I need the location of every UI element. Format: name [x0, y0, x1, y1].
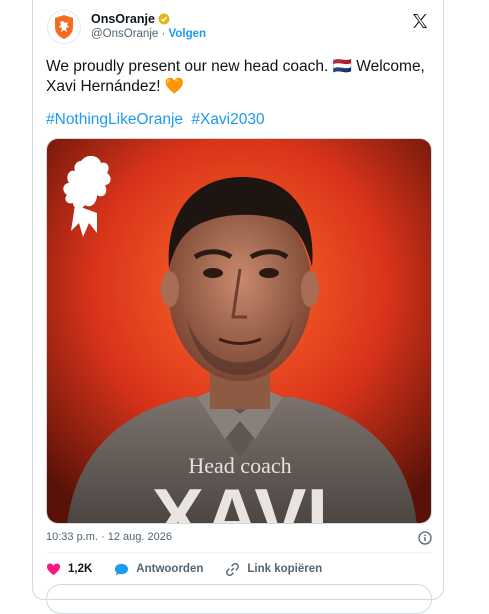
tweet-meta: 10:33 p.m. · 12 aug. 2026 — [46, 531, 432, 547]
tweet-embed-card: OnsOranje @OnsOranje · Volgen We proudly… — [32, 0, 444, 614]
tweet-image[interactable]: Head coach XAVI — [46, 138, 432, 524]
handle-row: @OnsOranje · Volgen — [91, 28, 206, 40]
coach-portrait-image: Head coach XAVI — [47, 139, 431, 524]
timestamp-link[interactable]: 10:33 p.m. · 12 aug. 2026 — [46, 531, 172, 543]
hashtag-link[interactable]: #Xavi2030 — [191, 111, 264, 128]
verified-badge-icon — [158, 13, 170, 25]
divider — [46, 552, 432, 553]
display-name-row[interactable]: OnsOranje — [91, 12, 206, 26]
tweet-header: OnsOranje @OnsOranje · Volgen — [33, 8, 443, 52]
x-logo-icon[interactable] — [411, 12, 429, 30]
separator: · — [161, 28, 166, 40]
follow-link[interactable]: Volgen — [169, 28, 206, 40]
display-name[interactable]: OnsOranje — [91, 12, 155, 26]
like-count: 1,2K — [68, 563, 93, 575]
like-button[interactable]: 1,2K — [46, 562, 92, 577]
reply-bubble-icon — [115, 563, 129, 575]
knvb-lion-logo — [55, 15, 73, 39]
reply-label: Antwoorden — [136, 563, 204, 575]
link-icon — [226, 562, 240, 576]
copy-link-button[interactable]: Link kopiëren — [225, 562, 322, 577]
heart-icon — [46, 563, 61, 575]
image-caption-name: XAVI — [152, 472, 328, 524]
tweet-actions: 1,2K Antwoorden Link kopiëren — [46, 560, 432, 578]
hashtag-link[interactable]: #NothingLikeOranje — [46, 111, 183, 128]
info-icon[interactable] — [418, 531, 432, 545]
tweet-text: We proudly present our new head coach. 🇳… — [46, 58, 425, 95]
reply-button[interactable]: Antwoorden — [114, 562, 203, 577]
hashtags: #NothingLikeOranje #Xavi2030 — [46, 111, 269, 129]
avatar[interactable] — [47, 10, 81, 44]
copy-link-label: Link kopiëren — [247, 563, 323, 575]
read-replies-button[interactable] — [46, 584, 432, 614]
handle[interactable]: @OnsOranje — [91, 28, 158, 40]
account-names: OnsOranje @OnsOranje · Volgen — [91, 12, 206, 40]
